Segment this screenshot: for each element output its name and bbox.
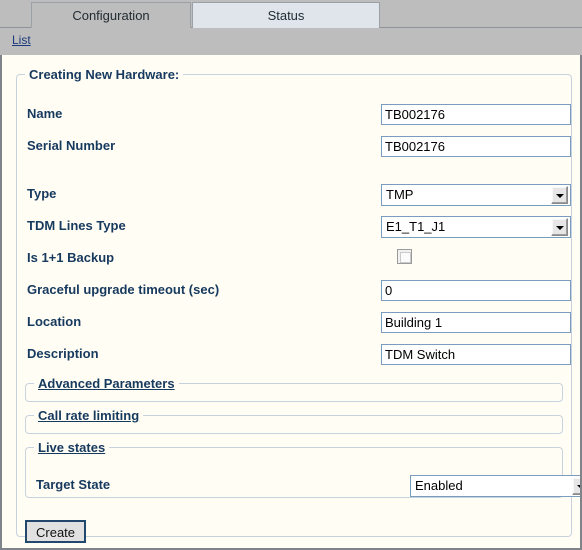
location-input[interactable]: Building 1	[381, 312, 571, 333]
label-target-state: Target State	[36, 477, 111, 492]
advanced-parameters-legend[interactable]: Advanced Parameters	[34, 376, 179, 391]
call-rate-limiting-section[interactable]: Call rate limiting	[25, 408, 563, 434]
target-state-select[interactable]: Enabled	[410, 475, 580, 497]
list-link[interactable]: List	[12, 33, 31, 47]
chevron-down-icon[interactable]	[551, 186, 568, 204]
tab-strip: Configuration Status	[0, 0, 582, 28]
field-row-type: Type TMP	[17, 184, 571, 208]
label-serial-number: Serial Number	[27, 138, 116, 153]
field-row-graceful-upgrade-timeout: Graceful upgrade timeout (sec) 0	[17, 280, 571, 304]
toolbar: List	[0, 28, 582, 55]
description-input[interactable]: TDM Switch	[381, 344, 571, 365]
label-description: Description	[27, 346, 99, 361]
creating-new-hardware-fieldset: Creating New Hardware: Name TB002176 Ser…	[16, 67, 580, 543]
field-row-tdm-lines-type: TDM Lines Type E1_T1_J1	[17, 216, 571, 240]
field-row-serial-number: Serial Number TB002176	[17, 136, 571, 160]
type-select[interactable]: TMP	[381, 184, 571, 206]
graceful-upgrade-timeout-input[interactable]: 0	[381, 280, 571, 301]
field-row-name: Name TB002176	[17, 104, 571, 128]
call-rate-limiting-legend[interactable]: Call rate limiting	[34, 408, 143, 423]
field-row-description: Description TDM Switch	[17, 344, 571, 368]
label-location: Location	[27, 314, 82, 329]
tdm-lines-type-select[interactable]: E1_T1_J1	[381, 216, 571, 238]
create-button[interactable]: Create	[25, 520, 87, 543]
label-is-1-plus-1-backup: Is 1+1 Backup	[27, 250, 115, 265]
tab-configuration-label: Configuration	[72, 8, 150, 23]
label-graceful-upgrade-timeout: Graceful upgrade timeout (sec)	[27, 282, 220, 297]
label-name: Name	[27, 106, 63, 121]
chevron-down-icon[interactable]	[551, 218, 568, 236]
serial-number-input[interactable]: TB002176	[381, 136, 571, 157]
advanced-parameters-section[interactable]: Advanced Parameters	[25, 376, 563, 402]
page-body: Creating New Hardware: Name TB002176 Ser…	[0, 55, 582, 550]
tab-status-label: Status	[267, 8, 305, 23]
field-row-location: Location Building 1	[17, 312, 571, 336]
type-select-value: TMP	[386, 187, 414, 202]
creating-new-hardware-legend: Creating New Hardware:	[29, 67, 180, 82]
name-input[interactable]: TB002176	[381, 104, 571, 125]
field-row-is-1-plus-1-backup: Is 1+1 Backup	[17, 248, 571, 272]
is-1-plus-1-backup-checkbox[interactable]	[397, 249, 412, 264]
tdm-lines-type-select-value: E1_T1_J1	[386, 219, 446, 234]
tab-configuration[interactable]: Configuration	[31, 2, 191, 28]
target-state-select-value: Enabled	[415, 478, 463, 493]
label-type: Type	[27, 186, 57, 201]
label-tdm-lines-type: TDM Lines Type	[27, 218, 126, 233]
chevron-down-icon[interactable]	[572, 477, 580, 495]
live-states-section: Live states Target State Enabled	[25, 440, 580, 498]
live-states-legend[interactable]: Live states	[34, 440, 109, 455]
tab-status[interactable]: Status	[192, 2, 380, 28]
